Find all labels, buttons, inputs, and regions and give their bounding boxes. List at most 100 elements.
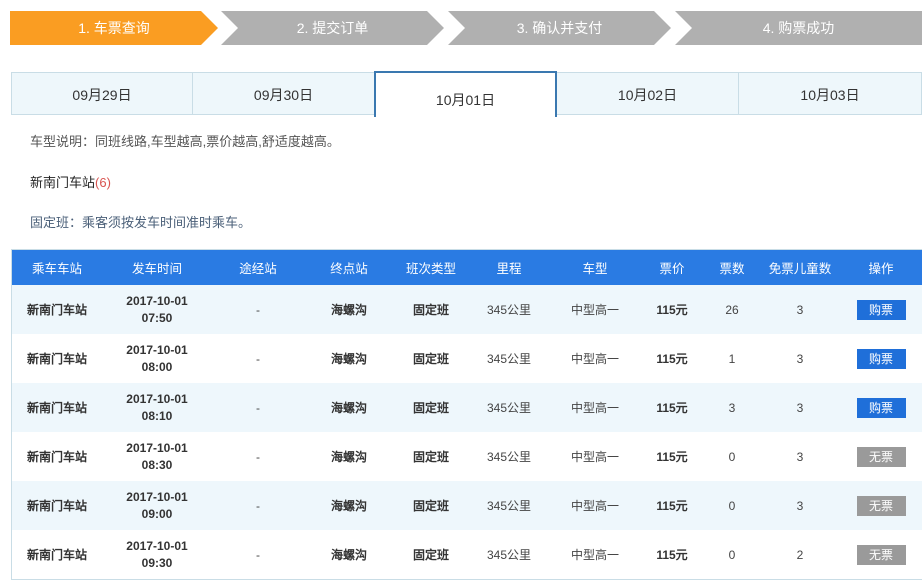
no-ticket-button[interactable]: 无票 [856, 544, 906, 565]
cell-station: 新南门车站 [26, 303, 87, 317]
cell-departure-time: 2017-10-01 09:30 [102, 530, 212, 579]
departure-date: 2017-10-01 [126, 391, 188, 406]
departure-clock: 08:30 [141, 457, 173, 472]
table-row: 新南门车站 2017-10-01 09:00 - 海螺沟 固定班 345公里 中型高一 115元… [12, 481, 922, 530]
cell-action: 无票 [840, 530, 922, 579]
cell-departure-time: 2017-10-01 07:50 [102, 285, 212, 334]
cell-distance: 345公里 [486, 548, 532, 562]
cell-schedule-type: 固定班 [412, 303, 449, 317]
cell-destination: 海螺沟 [330, 499, 367, 513]
cell-station: 新南门车站 [26, 499, 87, 513]
cell-distance: 345公里 [486, 303, 532, 317]
cell-free-children: 3 [796, 449, 804, 464]
cell-via: - [256, 400, 260, 415]
cell-station: 新南门车站 [26, 401, 87, 415]
date-tab-1003[interactable]: 10月03日 [739, 72, 922, 115]
step-1-ticket-query: 1. 车票查询 [10, 11, 218, 45]
departure-date: 2017-10-01 [126, 538, 188, 553]
header-price: 票价 [659, 262, 685, 276]
departure-clock: 09:00 [141, 506, 173, 521]
station-heading: 新南门车站(6) [30, 172, 111, 191]
header-free-children: 免票儿童数 [768, 262, 832, 276]
buy-ticket-button[interactable]: 购票 [856, 397, 906, 418]
cell-station: 新南门车站 [26, 352, 87, 366]
cell-vehicle-model: 中型高一 [570, 352, 619, 366]
cell-free-children: 3 [796, 302, 804, 317]
cell-via: - [256, 302, 260, 317]
cell-action: 无票 [840, 481, 922, 530]
table-row: 新南门车站 2017-10-01 09:30 - 海螺沟 固定班 345公里 中型高一 115元… [12, 530, 922, 579]
cell-via: - [256, 547, 260, 562]
cell-departure-time: 2017-10-01 08:10 [102, 383, 212, 432]
no-ticket-button[interactable]: 无票 [856, 446, 906, 467]
cell-price: 115元 [656, 499, 688, 513]
step-label: 3. 确认并支付 [516, 20, 603, 36]
table-row: 新南门车站 2017-10-01 08:10 - 海螺沟 固定班 345公里 中型高一 115元… [12, 383, 922, 432]
vehicle-type-description: 车型说明：同班线路,车型越高,票价越高,舒适度越高。 [30, 134, 340, 149]
header-destination: 终点站 [330, 262, 368, 276]
cell-price: 115元 [656, 352, 688, 366]
date-tab-label: 10月02日 [617, 87, 678, 103]
cell-via: - [256, 351, 260, 366]
station-count: (6) [95, 175, 111, 190]
cell-destination: 海螺沟 [330, 352, 367, 366]
date-tab-0929[interactable]: 09月29日 [11, 72, 193, 115]
date-tab-1001[interactable]: 10月01日 [374, 71, 557, 117]
step-label: 2. 提交订单 [296, 20, 369, 36]
cell-distance: 345公里 [486, 352, 532, 366]
step-4-purchase-success: 4. 购票成功 [675, 11, 922, 45]
header-distance: 里程 [496, 262, 522, 276]
schedule-table: 乘车车站 发车时间 途经站 终点站 班次类型 里程 车型 票价 票数 免票儿童数… [11, 249, 922, 580]
cell-price: 115元 [656, 303, 688, 317]
table-row: 新南门车站 2017-10-01 07:50 - 海螺沟 固定班 345公里 中型高一 115元… [12, 285, 922, 334]
cell-ticket-count: 0 [728, 547, 736, 562]
header-schedule-type: 班次类型 [405, 262, 456, 276]
station-name: 新南门车站 [30, 175, 96, 190]
buy-ticket-button[interactable]: 购票 [856, 299, 906, 320]
cell-vehicle-model: 中型高一 [570, 548, 619, 562]
departure-date: 2017-10-01 [126, 342, 188, 357]
header-via-stations: 途经站 [239, 262, 277, 276]
cell-via: - [256, 498, 260, 513]
date-tab-label: 10月01日 [435, 92, 496, 108]
cell-schedule-type: 固定班 [412, 450, 449, 464]
cell-action: 购票 [840, 383, 922, 432]
cell-action: 购票 [840, 285, 922, 334]
step-label: 4. 购票成功 [762, 20, 835, 36]
departure-clock: 08:10 [141, 408, 173, 423]
header-departure-time: 发车时间 [131, 262, 182, 276]
cell-ticket-count: 26 [725, 302, 739, 317]
cell-action: 购票 [840, 334, 922, 383]
cell-ticket-count: 0 [728, 449, 736, 464]
cell-distance: 345公里 [486, 401, 532, 415]
cell-via: - [256, 449, 260, 464]
step-3-confirm-pay: 3. 确认并支付 [448, 11, 671, 45]
table-header-row: 乘车车站 发车时间 途经站 终点站 班次类型 里程 车型 票价 票数 免票儿童数… [12, 250, 922, 285]
cell-departure-time: 2017-10-01 08:30 [102, 432, 212, 481]
cell-destination: 海螺沟 [330, 303, 367, 317]
cell-departure-time: 2017-10-01 09:00 [102, 481, 212, 530]
cell-distance: 345公里 [486, 450, 532, 464]
header-vehicle-model: 车型 [582, 262, 608, 276]
departure-date: 2017-10-01 [126, 489, 188, 504]
header-action: 操作 [868, 262, 894, 276]
step-2-submit-order: 2. 提交订单 [221, 11, 444, 45]
cell-price: 115元 [656, 401, 688, 415]
departure-date: 2017-10-01 [126, 440, 188, 455]
fixed-schedule-note: 固定班：乘客须按发车时间准时乘车。 [30, 215, 252, 230]
date-tabs: 09月29日 09月30日 10月01日 10月02日 10月03日 [11, 71, 922, 117]
cell-schedule-type: 固定班 [412, 352, 449, 366]
no-ticket-button[interactable]: 无票 [856, 495, 906, 516]
cell-ticket-count: 0 [728, 498, 736, 513]
cell-price: 115元 [656, 548, 688, 562]
cell-station: 新南门车站 [26, 450, 87, 464]
buy-ticket-button[interactable]: 购票 [856, 348, 906, 369]
date-tab-1002[interactable]: 10月02日 [557, 72, 739, 115]
cell-station: 新南门车站 [26, 548, 87, 562]
header-boarding-station: 乘车车站 [31, 262, 82, 276]
cell-destination: 海螺沟 [330, 548, 367, 562]
date-tab-0930[interactable]: 09月30日 [193, 72, 375, 115]
header-ticket-count: 票数 [719, 262, 745, 276]
cell-distance: 345公里 [486, 499, 532, 513]
cell-schedule-type: 固定班 [412, 401, 449, 415]
